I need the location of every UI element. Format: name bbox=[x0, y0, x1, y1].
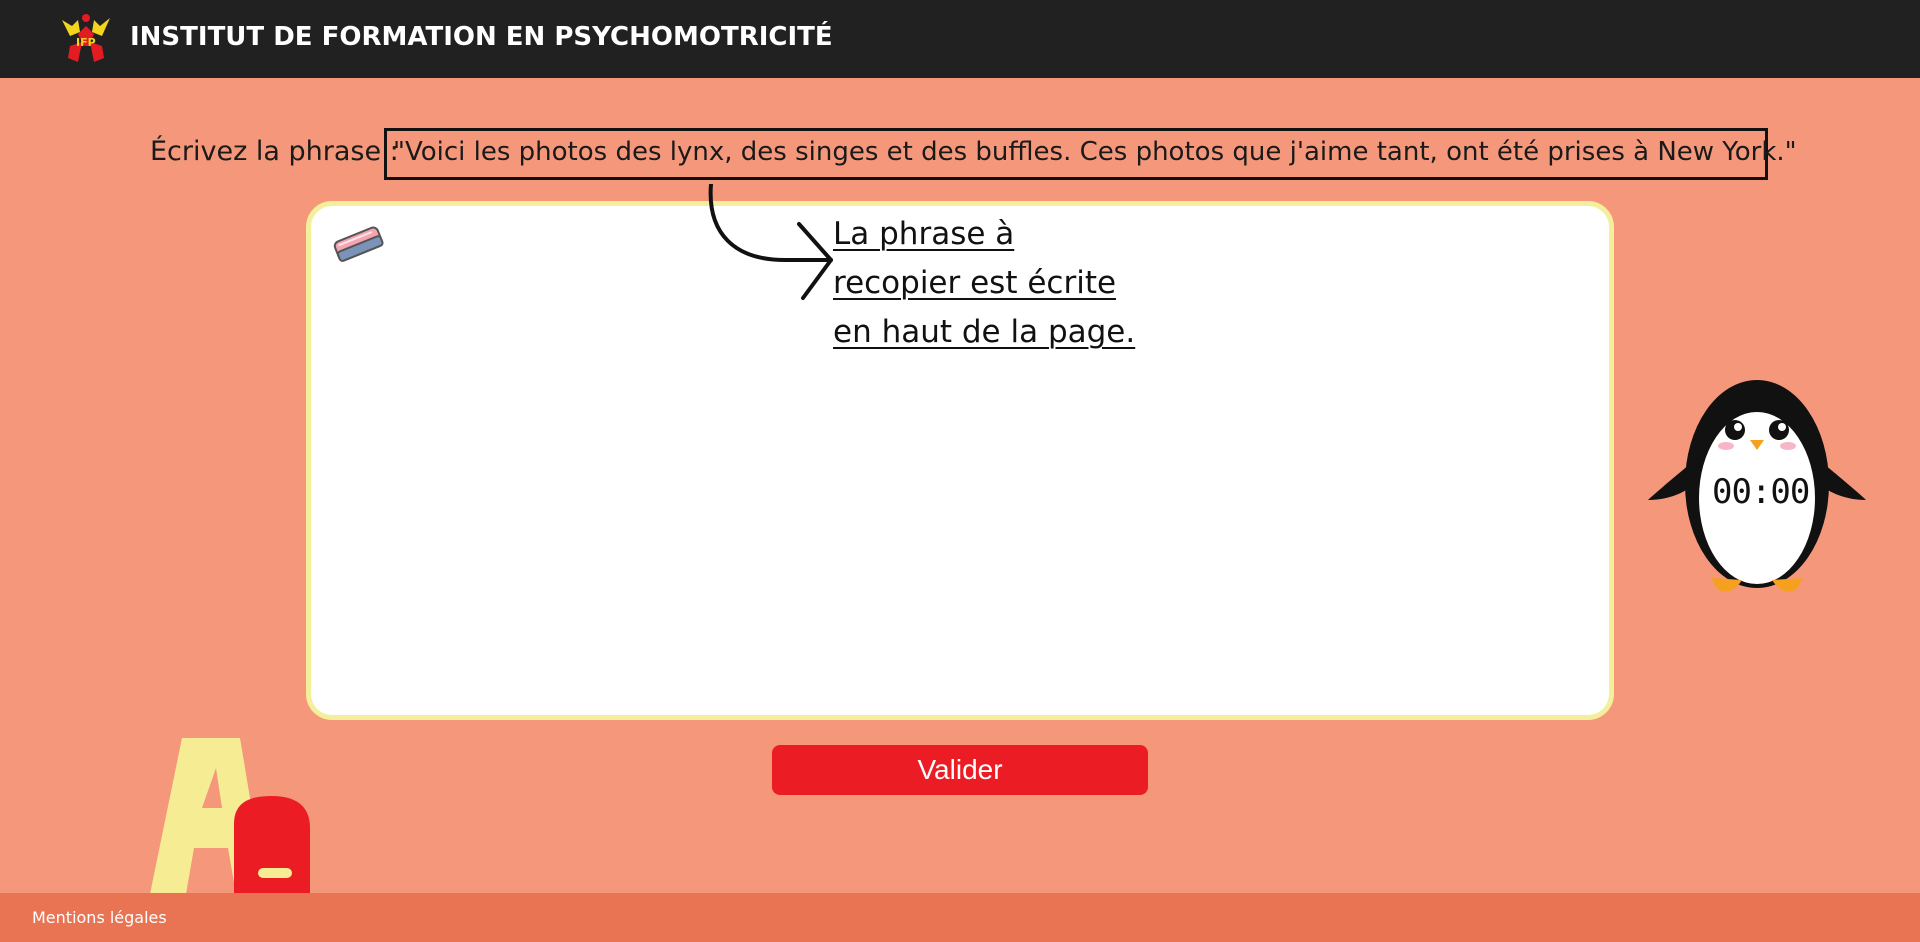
eraser-icon[interactable] bbox=[329, 220, 387, 266]
hint-line: recopier est écrite bbox=[833, 265, 1117, 301]
site-title: INSTITUT DE FORMATION EN PSYCHOMOTRICITÉ bbox=[130, 22, 833, 52]
validate-button[interactable]: Valider bbox=[772, 745, 1148, 795]
writing-canvas[interactable]: La phrase à recopier est écrite en haut … bbox=[306, 184, 1614, 720]
target-sentence: "Voici les photos des lynx, des singes e… bbox=[393, 137, 1797, 167]
site-footer: Mentions légales bbox=[0, 893, 1920, 942]
instruction-label: Écrivez la phrase : bbox=[150, 136, 399, 167]
copy-hint: La phrase à recopier est écrite en haut … bbox=[833, 210, 1193, 357]
timer-display: 00:00 bbox=[1712, 472, 1810, 512]
hint-line: en haut de la page. bbox=[833, 314, 1136, 350]
aa-letters-icon bbox=[150, 738, 310, 894]
hint-line: La phrase à bbox=[833, 216, 1015, 252]
ifp-logo-icon[interactable]: IFP bbox=[58, 12, 114, 70]
curved-arrow-icon bbox=[708, 184, 833, 300]
target-sentence-box: "Voici les photos des lynx, des singes e… bbox=[384, 128, 1797, 180]
legal-notice-link[interactable]: Mentions légales bbox=[32, 908, 167, 927]
site-header: IFP INSTITUT DE FORMATION EN PSYCHOMOTRI… bbox=[0, 0, 1920, 78]
svg-text:IFP: IFP bbox=[76, 36, 96, 49]
